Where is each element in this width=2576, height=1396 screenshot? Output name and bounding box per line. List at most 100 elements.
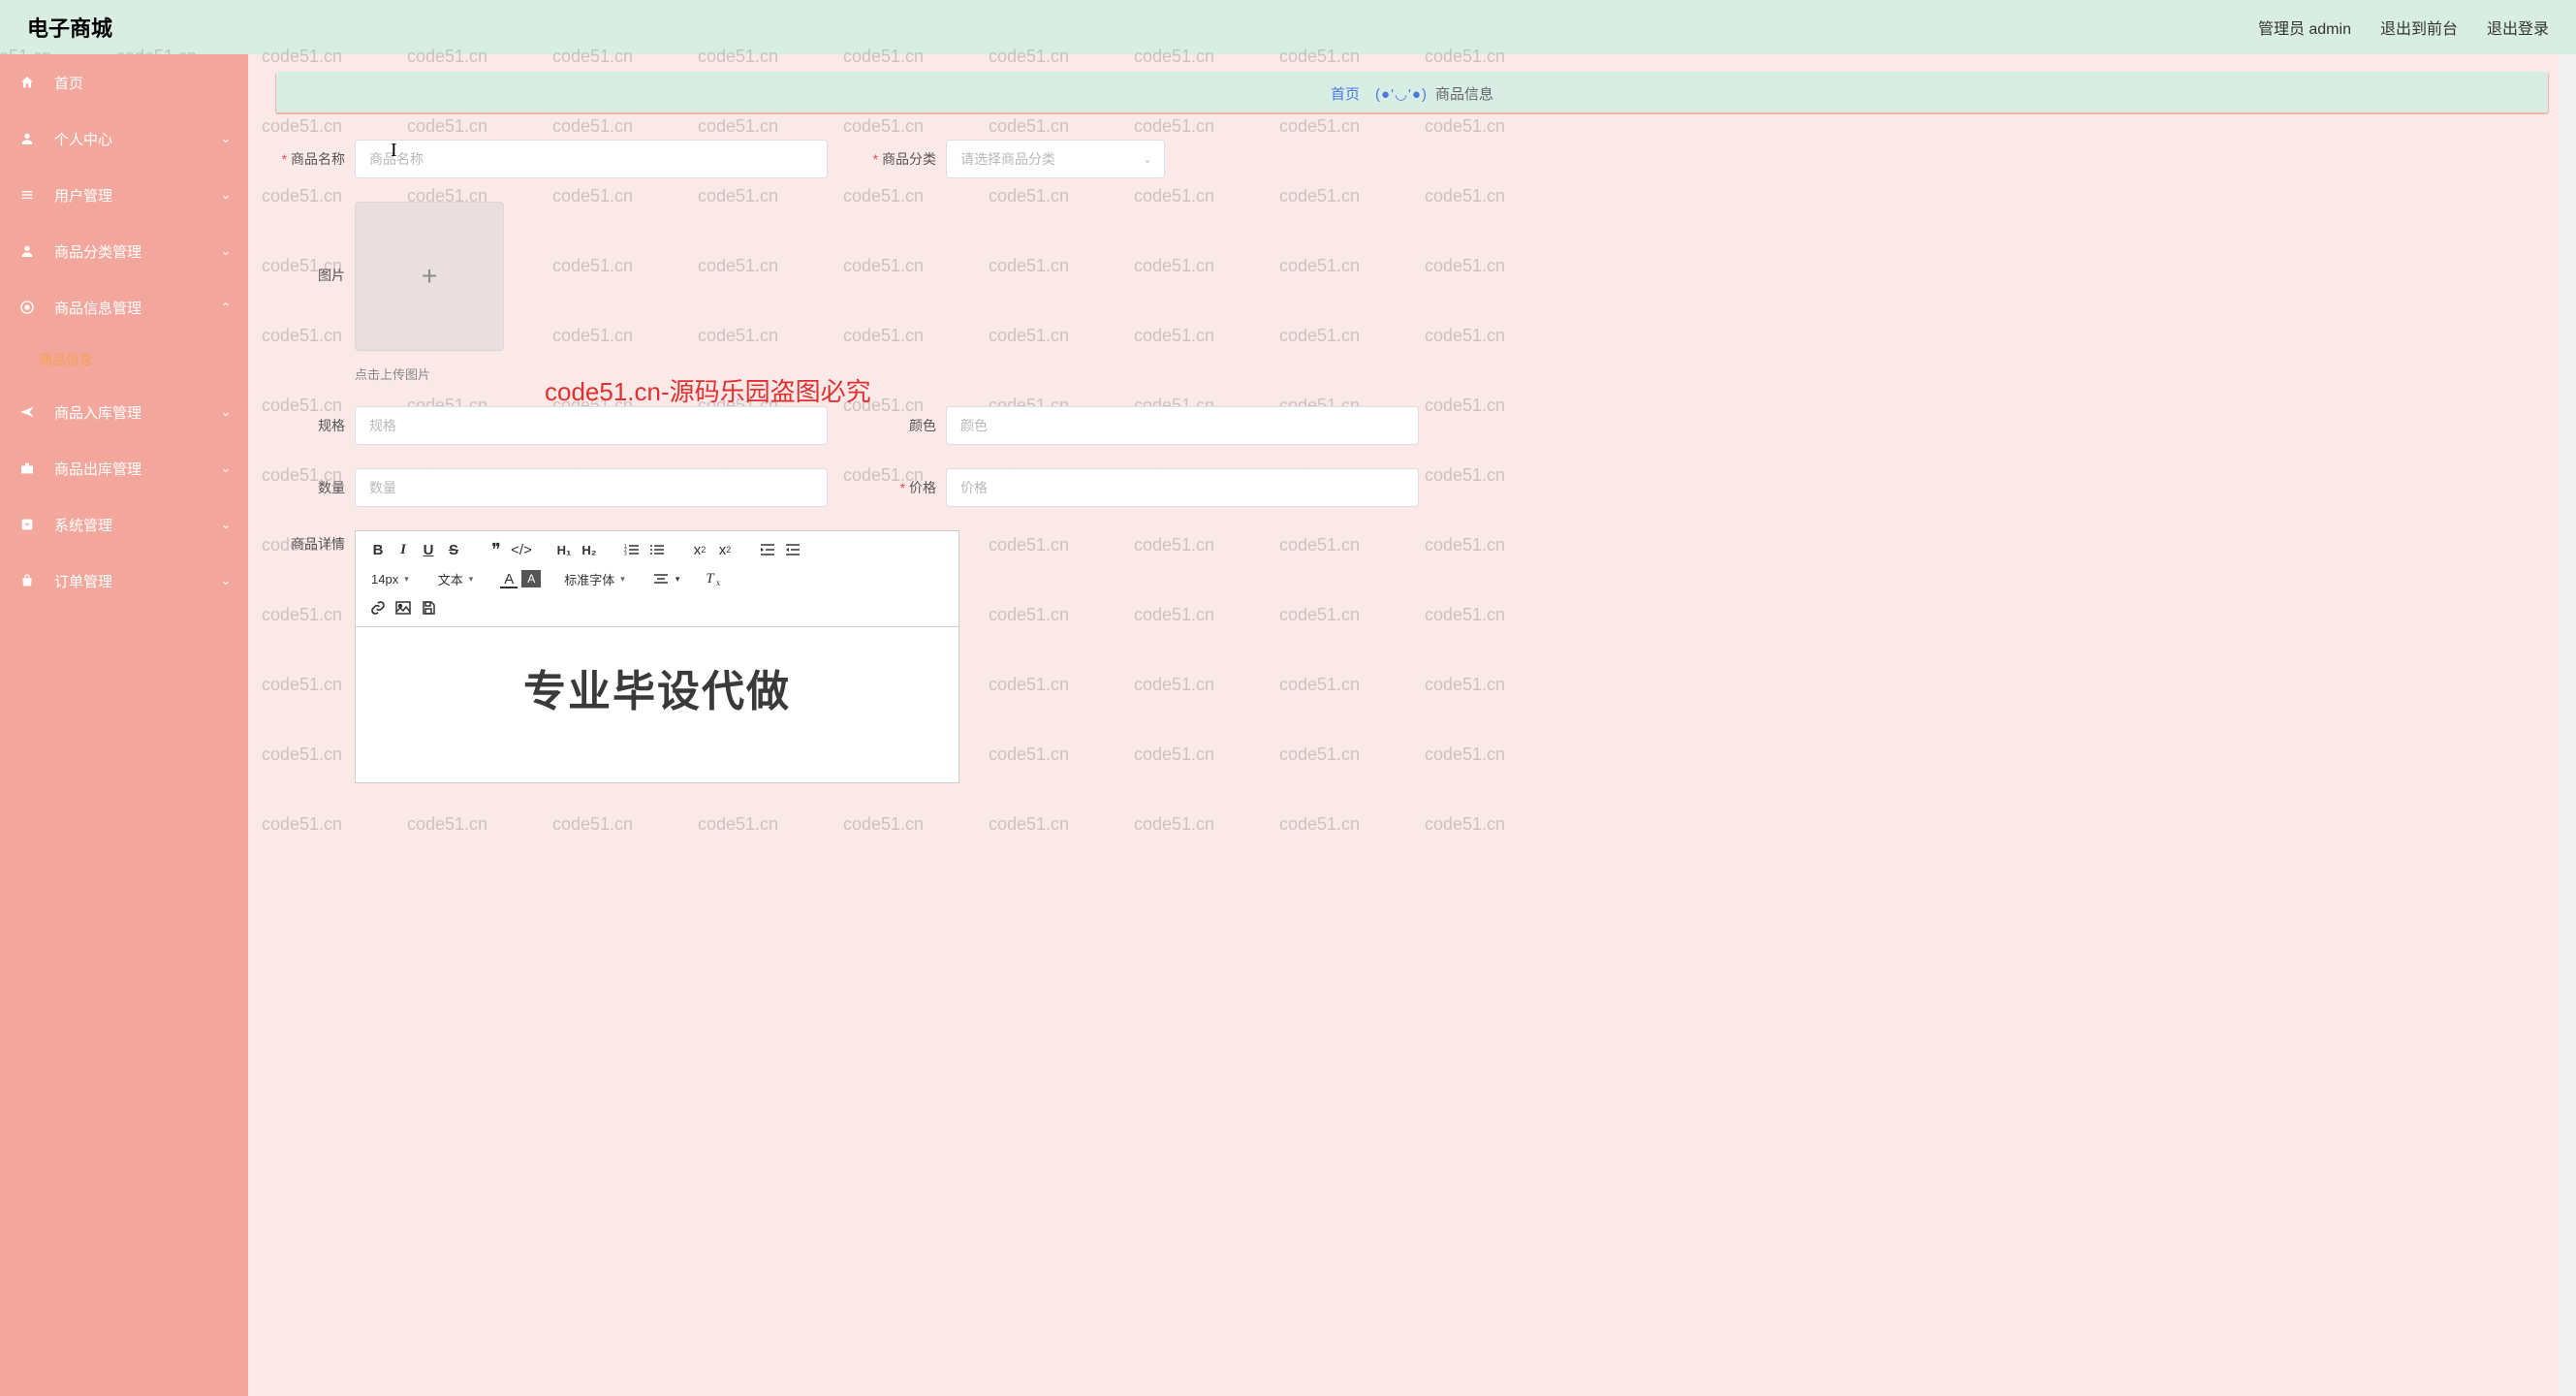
sidebar-item-product-info[interactable]: 商品信息管理 ⌃ xyxy=(0,279,248,335)
chevron-down-icon: ⌄ xyxy=(221,132,231,145)
save-button[interactable] xyxy=(416,596,441,619)
admin-label[interactable]: 管理员 admin xyxy=(2258,16,2351,39)
bold-button[interactable]: B xyxy=(365,538,391,561)
sidebar-item-label: 商品分类管理 xyxy=(54,241,141,262)
sidebar-subitem-label: 商品信息 xyxy=(39,350,93,369)
sidebar-item-users[interactable]: 用户管理 ⌄ xyxy=(0,167,248,223)
sidebar-item-orders[interactable]: 订单管理 ⌄ xyxy=(0,553,248,609)
sidebar-item-label: 商品信息管理 xyxy=(54,298,141,318)
label-price: 价格 xyxy=(866,478,936,497)
superscript-button[interactable]: x2 xyxy=(712,538,738,561)
field-spec: 规格 xyxy=(275,406,828,445)
rich-text-editor: B I U S ❞ </> H₁ H₂ xyxy=(355,530,959,783)
label-product-name: 商品名称 xyxy=(275,149,345,169)
spec-input[interactable] xyxy=(355,406,828,445)
upload-image-button[interactable]: + xyxy=(355,202,504,351)
label-image: 图片 xyxy=(275,266,345,285)
outdent-button[interactable] xyxy=(780,538,805,561)
image-button[interactable] xyxy=(391,596,416,619)
chevron-down-icon: ⌄ xyxy=(221,188,231,202)
chevron-down-icon: ⌄ xyxy=(221,461,231,475)
chevron-down-icon: ⌄ xyxy=(221,405,231,419)
box-icon xyxy=(19,517,41,532)
label-quantity: 数量 xyxy=(275,478,345,497)
h1-button[interactable]: H₁ xyxy=(551,538,577,561)
category-placeholder: 请选择商品分类 xyxy=(960,149,1055,169)
price-input[interactable] xyxy=(946,468,1419,507)
sidebar-item-label: 商品出库管理 xyxy=(54,459,141,479)
field-detail: 商品详情 B I U S ❞ </> xyxy=(275,530,2549,783)
bg-color-button[interactable]: A xyxy=(521,570,541,587)
field-image: 图片 + 点击上传图片 xyxy=(275,202,504,383)
briefcase-icon xyxy=(19,461,41,475)
sidebar-item-system[interactable]: 系统管理 ⌄ xyxy=(0,496,248,553)
strike-button[interactable]: S xyxy=(441,538,466,561)
unordered-list-button[interactable] xyxy=(644,538,670,561)
underline-button[interactable]: U xyxy=(416,538,441,561)
italic-button[interactable]: I xyxy=(391,538,416,561)
user-icon xyxy=(19,243,41,259)
breadcrumb-separator-icon: (●'◡'●) xyxy=(1375,85,1428,103)
chevron-up-icon: ⌃ xyxy=(221,301,231,314)
plus-icon: + xyxy=(422,261,437,292)
sidebar-item-outbound[interactable]: 商品出库管理 ⌄ xyxy=(0,440,248,496)
align-button[interactable] xyxy=(648,567,674,590)
plane-icon xyxy=(19,404,41,420)
editor-content[interactable]: 专业毕设代做 xyxy=(356,627,958,782)
scrollbar[interactable] xyxy=(2559,54,2576,1396)
category-select[interactable]: 请选择商品分类 ⌄ xyxy=(946,140,1165,178)
chevron-down-icon: ⌄ xyxy=(221,518,231,531)
product-name-input[interactable] xyxy=(355,140,828,178)
exit-to-front-button[interactable]: 退出到前台 xyxy=(2380,16,2458,39)
ordered-list-button[interactable]: 123 xyxy=(619,538,644,561)
list-icon xyxy=(19,187,41,203)
field-quantity: 数量 xyxy=(275,468,828,507)
label-category: 商品分类 xyxy=(866,149,936,169)
field-price: 价格 xyxy=(866,468,1419,507)
main-content: 首页 (●'◡'●) 商品信息 商品名称 商品分类 请选择商品分类 ⌄ xyxy=(248,54,2576,1396)
text-color-button[interactable]: A xyxy=(496,567,521,590)
quote-button[interactable]: ❞ xyxy=(484,538,509,561)
bag-icon xyxy=(19,573,41,588)
sidebar-item-label: 用户管理 xyxy=(54,185,112,206)
home-icon xyxy=(19,75,41,90)
label-detail: 商品详情 xyxy=(275,534,345,554)
subscript-button[interactable]: x2 xyxy=(687,538,712,561)
breadcrumb-current: 商品信息 xyxy=(1435,83,1493,104)
font-family-select[interactable]: 标准字体▾ xyxy=(558,567,631,590)
chevron-down-icon: ⌄ xyxy=(221,244,231,258)
quantity-input[interactable] xyxy=(355,468,828,507)
field-color: 颜色 xyxy=(866,406,1419,445)
sidebar-item-label: 个人中心 xyxy=(54,129,112,149)
sidebar-item-label: 订单管理 xyxy=(54,571,112,591)
sidebar-item-profile[interactable]: 个人中心 ⌄ xyxy=(0,111,248,167)
sidebar-item-home[interactable]: 首页 xyxy=(0,54,248,111)
label-spec: 规格 xyxy=(275,416,345,435)
app-header: 电子商城 管理员 admin 退出到前台 退出登录 xyxy=(0,0,2576,54)
editor-text: 专业毕设代做 xyxy=(375,656,939,718)
breadcrumb-home[interactable]: 首页 xyxy=(1331,83,1360,104)
h2-button[interactable]: H₂ xyxy=(577,538,602,561)
block-type-select[interactable]: 文本▾ xyxy=(432,567,480,590)
header-actions: 管理员 admin 退出到前台 退出登录 xyxy=(2258,16,2549,39)
breadcrumb: 首页 (●'◡'●) 商品信息 xyxy=(275,72,2549,114)
field-product-name: 商品名称 xyxy=(275,140,828,178)
chevron-down-icon: ⌄ xyxy=(221,574,231,587)
link-button[interactable] xyxy=(365,596,391,619)
font-size-select[interactable]: 14px▾ xyxy=(365,567,415,590)
sidebar-item-label: 商品入库管理 xyxy=(54,402,141,423)
color-input[interactable] xyxy=(946,406,1419,445)
sidebar: 首页 个人中心 ⌄ 用户管理 ⌄ 商品分类管理 xyxy=(0,54,248,1396)
label-color: 颜色 xyxy=(866,416,936,435)
sidebar-item-label: 首页 xyxy=(54,73,83,93)
sidebar-item-categories[interactable]: 商品分类管理 ⌄ xyxy=(0,223,248,279)
sidebar-item-label: 系统管理 xyxy=(54,515,112,535)
sidebar-item-inbound[interactable]: 商品入库管理 ⌄ xyxy=(0,384,248,440)
clear-format-button[interactable]: Tx xyxy=(697,567,722,590)
svg-text:3: 3 xyxy=(624,552,627,556)
sidebar-subitem-product-info[interactable]: 商品信息 xyxy=(0,335,248,384)
indent-button[interactable] xyxy=(755,538,780,561)
code-button[interactable]: </> xyxy=(509,538,534,561)
logout-button[interactable]: 退出登录 xyxy=(2487,16,2549,39)
user-icon xyxy=(19,131,41,146)
